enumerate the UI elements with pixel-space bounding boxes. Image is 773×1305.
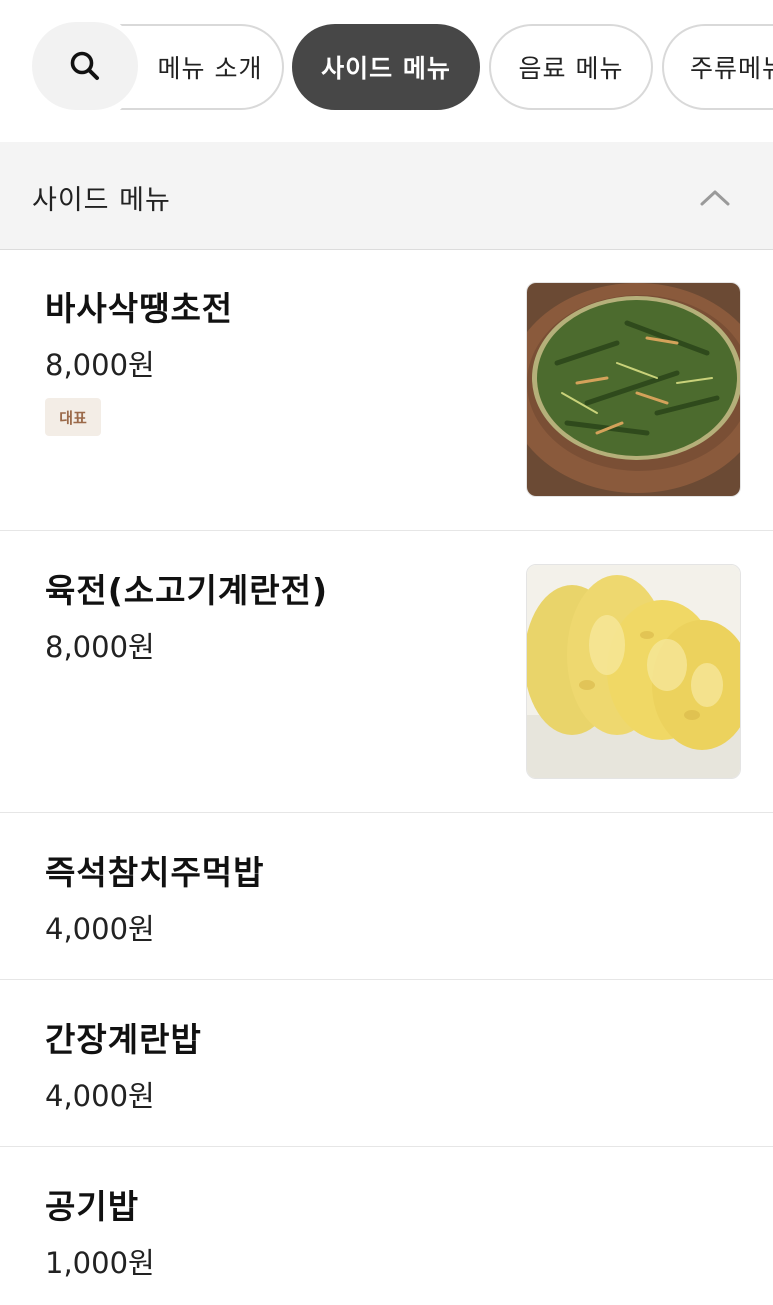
item-name: 육전(소고기계란전) [45,571,329,610]
item-price: 8,000원 [45,348,155,382]
menu-item[interactable]: 공기밥 1,000원 [0,1147,773,1305]
search-icon [70,51,99,80]
item-price: 8,000원 [45,630,155,664]
menu-item[interactable]: 간장계란밥 4,000원 [0,980,773,1147]
item-name: 즉석참치주먹밥 [45,853,265,892]
menu-item[interactable]: 육전(소고기계란전) 8,000원 [0,531,773,813]
item-name: 공기밥 [45,1187,140,1226]
section-header[interactable]: 사이드 메뉴 [0,142,773,250]
tab-label: 주류메뉴 [690,54,773,83]
item-price: 1,000원 [45,1246,155,1280]
tab-side-menu[interactable]: 사이드 메뉴 [292,24,480,110]
item-name: 간장계란밥 [45,1020,202,1059]
item-image [526,282,741,497]
item-name: 바사삭땡초전 [45,289,234,328]
chevron-up-icon[interactable] [700,188,730,208]
item-price: 4,000원 [45,1079,155,1113]
tab-menu-intro[interactable]: 메뉴 소개 [120,24,284,110]
item-image [526,564,741,779]
menu-item[interactable]: 즉석참치주먹밥 4,000원 [0,813,773,980]
search-button[interactable] [32,22,138,110]
signature-badge: 대표 [45,398,101,436]
section-title: 사이드 메뉴 [32,185,171,216]
tab-label: 메뉴 소개 [157,54,263,83]
item-price: 4,000원 [45,912,155,946]
category-tab-bar: 메뉴 소개 사이드 메뉴 음료 메뉴 주류메뉴 [0,0,773,142]
menu-item[interactable]: 바사삭땡초전 8,000원 대표 [0,250,773,531]
tab-label: 사이드 메뉴 [321,54,451,83]
tab-label: 음료 메뉴 [518,54,624,83]
tab-drink-menu[interactable]: 음료 메뉴 [489,24,653,110]
tab-liquor-menu[interactable]: 주류메뉴 [662,24,773,110]
